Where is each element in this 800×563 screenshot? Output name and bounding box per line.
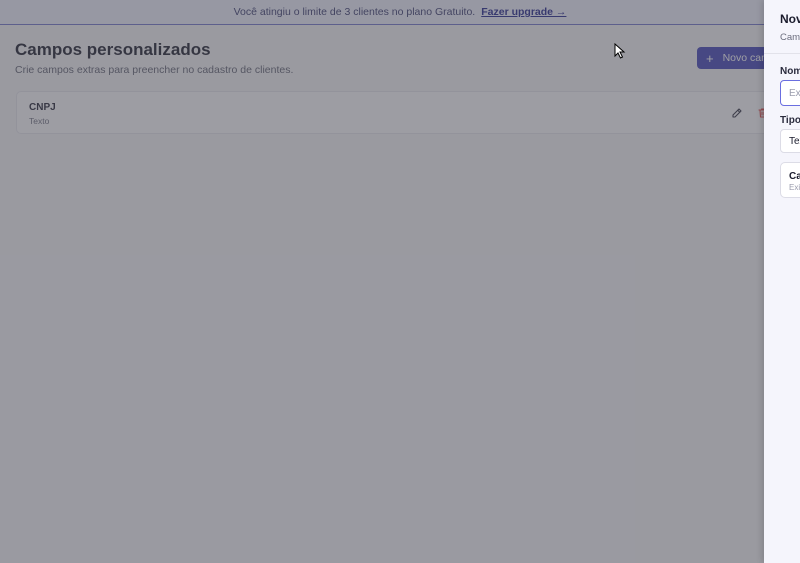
checkbox-description: Exi xyxy=(789,183,800,192)
type-label: Tipo xyxy=(780,115,800,126)
new-field-button-label: Novo cam xyxy=(722,52,770,64)
checkbox-title: Ca xyxy=(789,171,800,182)
field-type-select[interactable]: Tex xyxy=(780,129,800,153)
plus-icon: + xyxy=(706,50,714,66)
upgrade-link[interactable]: Fazer upgrade → xyxy=(481,6,566,18)
drawer-title: Nov xyxy=(780,12,800,26)
field-name-input[interactable] xyxy=(780,80,800,106)
edit-icon[interactable] xyxy=(730,106,744,120)
name-label: Nom xyxy=(780,66,800,77)
new-field-drawer: Nov Camp Nom Tipo Tex Ca Exi xyxy=(764,0,800,563)
field-type: Texto xyxy=(29,116,50,126)
drawer-divider xyxy=(764,53,800,54)
required-checkbox-card[interactable]: Ca Exi xyxy=(780,162,800,198)
banner-message: Você atingiu o limite de 3 clientes no p… xyxy=(233,6,476,18)
drawer-subtitle: Camp xyxy=(780,32,800,43)
upgrade-banner: Você atingiu o limite de 3 clientes no p… xyxy=(0,0,800,25)
field-name: CNPJ xyxy=(29,102,56,113)
modal-backdrop[interactable] xyxy=(0,0,800,563)
field-card: CNPJ Texto xyxy=(16,91,800,134)
mouse-cursor-icon xyxy=(614,43,626,59)
page-title: Campos personalizados xyxy=(15,40,211,59)
page-subtitle: Crie campos extras para preencher no cad… xyxy=(15,64,294,76)
field-type-value: Tex xyxy=(789,135,800,147)
